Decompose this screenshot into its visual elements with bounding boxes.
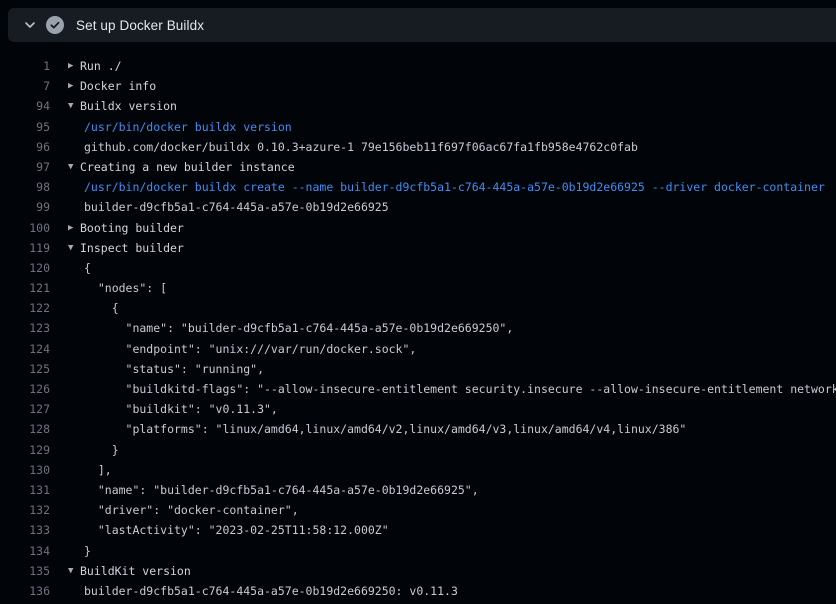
log-line: 132 "driver": "docker-container", [0,500,836,520]
log-text: { [84,258,91,278]
log-line: 123 "name": "builder-d9cfb5a1-c764-445a-… [0,318,836,338]
log-line[interactable]: 1 ▶ Run ./ [0,56,836,76]
chevron-down-icon[interactable] [24,19,36,31]
log-text: Run ./ [80,56,122,76]
log-line: 126 "buildkitd-flags": "--allow-insecure… [0,379,836,399]
line-number[interactable]: 124 [0,339,50,359]
log-line: 125 "status": "running", [0,359,836,379]
log-line: 130 ], [0,460,836,480]
log-line[interactable]: 7 ▶ Docker info [0,76,836,96]
log-line: 122 { [0,298,836,318]
line-number[interactable]: 129 [0,440,50,460]
log-line: 136 builder-d9cfb5a1-c764-445a-a57e-0b19… [0,581,836,601]
log-line: 124 "endpoint": "unix:///var/run/docker.… [0,339,836,359]
line-number[interactable]: 98 [0,177,50,197]
log-line: 95 /usr/bin/docker buildx version [0,117,836,137]
log-line[interactable]: 135 ▼ BuildKit version [0,561,836,581]
line-number[interactable]: 132 [0,500,50,520]
log-line[interactable]: 119 ▼ Inspect builder [0,238,836,258]
line-number[interactable]: 96 [0,137,50,157]
triangle-right-icon: ▶ [68,76,80,96]
line-number[interactable]: 7 [0,76,50,96]
line-number[interactable]: 123 [0,318,50,338]
log-text: } [84,541,91,561]
log-line: 129 } [0,440,836,460]
line-number[interactable]: 120 [0,258,50,278]
log-line: 121 "nodes": [ [0,278,836,298]
log-line: 128 "platforms": "linux/amd64,linux/amd6… [0,419,836,439]
log-line: 120 { [0,258,836,278]
line-number[interactable]: 99 [0,197,50,217]
line-number[interactable]: 127 [0,399,50,419]
log-line: 96 github.com/docker/buildx 0.10.3+azure… [0,137,836,157]
log-text: "platforms": "linux/amd64,linux/amd64/v2… [84,419,686,439]
log-text: ], [84,460,112,480]
line-number[interactable]: 133 [0,520,50,540]
line-number[interactable]: 136 [0,581,50,601]
log-text: builder-d9cfb5a1-c764-445a-a57e-0b19d2e6… [84,581,458,601]
line-number[interactable]: 100 [0,218,50,238]
log-line: 133 "lastActivity": "2023-02-25T11:58:12… [0,520,836,540]
log-text: BuildKit version [80,561,191,581]
log-lines: 1 ▶ Run ./ 7 ▶ Docker info 94 ▼ Buildx v… [0,56,836,604]
log-text: "buildkitd-flags": "--allow-insecure-ent… [84,379,836,399]
log-line[interactable]: 100 ▶ Booting builder [0,218,836,238]
log-line[interactable]: 94 ▼ Buildx version [0,96,836,116]
check-circle-icon [46,16,64,34]
log-text: Docker info [80,76,156,96]
log-text: Inspect builder [80,238,184,258]
triangle-down-icon: ▼ [68,238,80,258]
log-text: "buildkit": "v0.11.3", [84,399,278,419]
log-text: "endpoint": "unix:///var/run/docker.sock… [84,339,416,359]
line-number[interactable]: 95 [0,117,50,137]
log-text: "status": "running", [84,359,264,379]
log-line: 127 "buildkit": "v0.11.3", [0,399,836,419]
log-text: "nodes": [ [84,278,167,298]
log-line: 134 } [0,541,836,561]
line-number[interactable]: 122 [0,298,50,318]
log-text: "lastActivity": "2023-02-25T11:58:12.000… [84,520,389,540]
line-number[interactable]: 128 [0,419,50,439]
log-line[interactable]: 97 ▼ Creating a new builder instance [0,157,836,177]
log-text: Creating a new builder instance [80,157,295,177]
log-text: Buildx version [80,96,177,116]
line-number[interactable]: 1 [0,56,50,76]
step-title: Set up Docker Buildx [76,18,204,33]
log-text: } [84,440,119,460]
log-text: "name": "builder-d9cfb5a1-c764-445a-a57e… [84,480,479,500]
step-header[interactable]: Set up Docker Buildx [8,8,836,42]
triangle-right-icon: ▶ [68,218,80,238]
triangle-right-icon: ▶ [68,56,80,76]
line-number[interactable]: 119 [0,238,50,258]
triangle-down-icon: ▼ [68,96,80,116]
line-number[interactable]: 94 [0,96,50,116]
log-text: "driver": "docker-container", [84,500,299,520]
line-number[interactable]: 125 [0,359,50,379]
log-text: { [84,298,119,318]
log-line: 98 /usr/bin/docker buildx create --name … [0,177,836,197]
log-line: 131 "name": "builder-d9cfb5a1-c764-445a-… [0,480,836,500]
line-number[interactable]: 97 [0,157,50,177]
log-text: /usr/bin/docker buildx version [84,117,292,137]
line-number[interactable]: 131 [0,480,50,500]
triangle-down-icon: ▼ [68,157,80,177]
log-text: /usr/bin/docker buildx create --name bui… [84,177,825,197]
log-text: Booting builder [80,218,184,238]
line-number[interactable]: 121 [0,278,50,298]
log-text: "name": "builder-d9cfb5a1-c764-445a-a57e… [84,318,513,338]
line-number[interactable]: 126 [0,379,50,399]
log-text: github.com/docker/buildx 0.10.3+azure-1 … [84,137,638,157]
triangle-down-icon: ▼ [68,561,80,581]
log-line: 99 builder-d9cfb5a1-c764-445a-a57e-0b19d… [0,197,836,217]
line-number[interactable]: 134 [0,541,50,561]
line-number[interactable]: 130 [0,460,50,480]
line-number[interactable]: 135 [0,561,50,581]
log-text: builder-d9cfb5a1-c764-445a-a57e-0b19d2e6… [84,197,389,217]
